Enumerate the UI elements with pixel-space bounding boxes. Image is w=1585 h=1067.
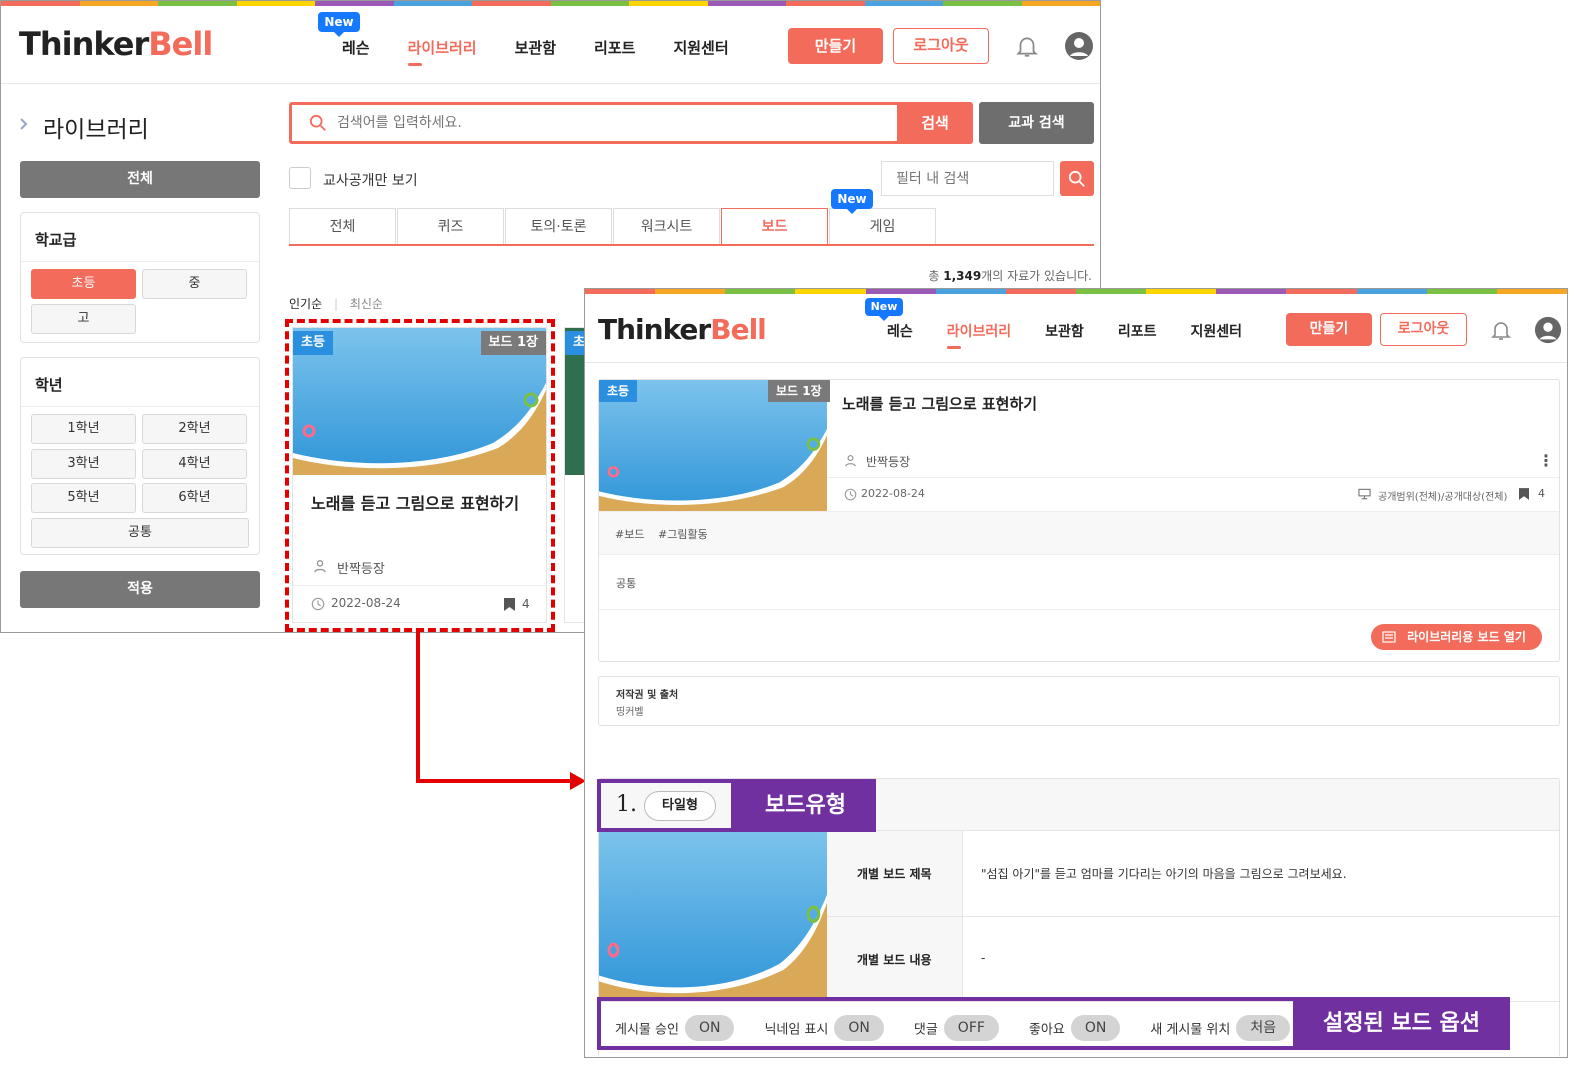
board-type-highlight <box>597 779 735 832</box>
nav-support[interactable]: 지원센터 <box>1190 321 1242 341</box>
user-icon[interactable] <box>1534 316 1562 344</box>
detail-visibility: 공개범위(전체)/공개대상(전체) <box>1378 492 1508 503</box>
thinkerbell-logo[interactable]: ThinkerBell <box>598 313 767 346</box>
hashtag-drawing[interactable]: #그림활동 <box>658 526 708 542</box>
detail-author: 반짝등장 <box>866 455 911 469</box>
board-options-annotation: 설정된 보드 옵션 <box>1293 997 1510 1050</box>
nav-lesson[interactable]: 레슨 <box>887 321 913 341</box>
rainbow-segment <box>1216 289 1287 294</box>
copyright-title: 저작권 및 출처 <box>616 690 679 701</box>
create-button[interactable]: 만들기 <box>1286 313 1372 346</box>
user-outline-icon <box>845 455 856 467</box>
logout-button[interactable]: 로그아웃 <box>1380 313 1467 346</box>
board-title-label: 개별 보드 제목 <box>857 867 932 881</box>
rainbow-segment <box>585 289 656 294</box>
detail-date: 2022-08-24 <box>861 487 925 500</box>
board-title-value: "섬집 아기"를 듣고 엄마를 기다리는 아기의 마음을 그림으로 그려보세요. <box>981 867 1347 881</box>
main-nav: 레슨 라이브러리 보관함 리포트 지원센터 <box>887 321 1242 349</box>
visibility-icon <box>1358 488 1371 500</box>
rainbow-bar <box>585 289 1567 294</box>
bookmark-icon[interactable] <box>1519 488 1529 500</box>
copyright-box: 저작권 및 출처 띵커벨 <box>598 676 1560 726</box>
detail-title: 노래를 듣고 그림으로 표현하기 <box>842 395 1038 413</box>
board-type-annotation: 보드유형 <box>735 779 876 832</box>
rainbow-segment <box>1005 289 1076 294</box>
bell-icon[interactable] <box>1489 318 1513 342</box>
board-thumbnail <box>599 831 827 1001</box>
board-options-highlight <box>597 997 1297 1050</box>
clock-icon <box>844 488 857 501</box>
rainbow-segment <box>935 289 1006 294</box>
rainbow-segment <box>865 289 936 294</box>
detail-bookmark-count: 4 <box>1538 487 1545 500</box>
board-icon <box>1382 631 1396 643</box>
hashtag-row: #보드 #그림활동 <box>599 511 1559 554</box>
rainbow-segment <box>1146 289 1217 294</box>
nav-library[interactable]: 라이브러리 <box>946 321 1011 349</box>
board-content-value: - <box>981 951 986 965</box>
rainbow-segment <box>1075 289 1147 294</box>
detail-level-tag: 초등 <box>599 380 638 402</box>
new-badge-lesson: New <box>865 298 903 321</box>
rainbow-segment <box>795 289 866 294</box>
board-info-table: 개별 보드 제목 "섬집 아기"를 듣고 엄마를 기다리는 아기의 마음을 그림… <box>827 831 1559 1001</box>
more-options-icon[interactable]: ⋮ <box>1538 453 1554 469</box>
detail-window: ThinkerBell New 레슨 라이브러리 보관함 리포트 지원센터 만들… <box>584 288 1568 1058</box>
board-content-label: 개별 보드 내용 <box>857 953 932 967</box>
hashtag-board[interactable]: #보드 <box>615 526 644 542</box>
rainbow-segment <box>1356 289 1427 294</box>
detail-type-tag: 보드 1장 <box>768 380 830 402</box>
nav-report[interactable]: 리포트 <box>1118 321 1157 341</box>
detail-grade: 공통 <box>616 577 637 590</box>
copyright-value: 띵커벨 <box>616 707 644 718</box>
rainbow-segment <box>1426 289 1497 294</box>
rainbow-segment <box>725 289 796 294</box>
rainbow-segment <box>1286 289 1357 294</box>
rainbow-segment <box>655 289 726 294</box>
open-library-board-button[interactable]: 라이브러리용 보드 열기 <box>1371 624 1542 650</box>
nav-storage[interactable]: 보관함 <box>1045 321 1084 341</box>
rainbow-segment <box>1496 289 1567 294</box>
